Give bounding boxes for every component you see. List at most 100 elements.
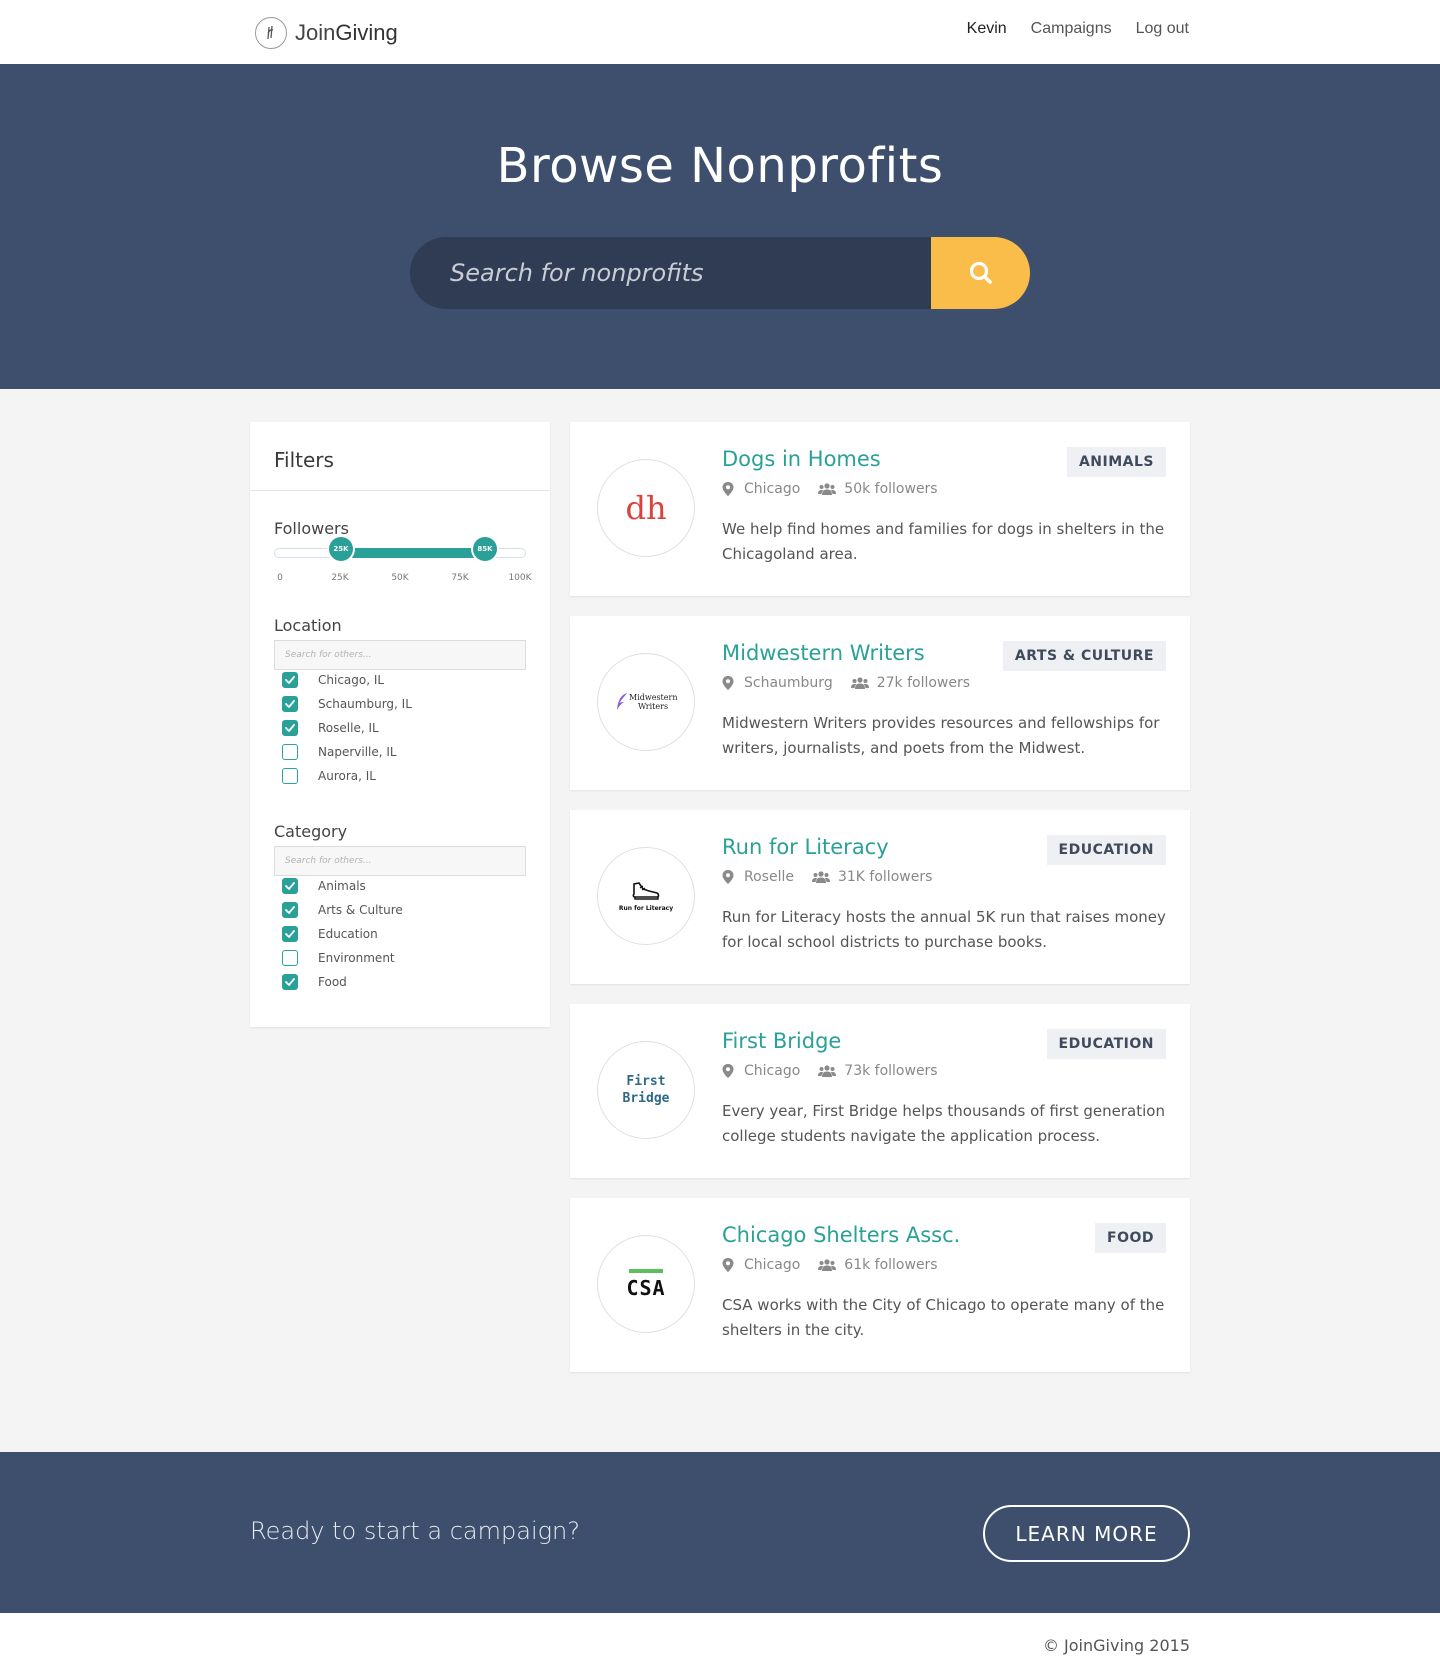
followers-icon [850,677,869,689]
org-description: Every year, First Bridge helps thousands… [722,1102,1165,1145]
location-option-label: Roselle, IL [318,721,379,735]
location-option[interactable]: Roselle, IL [282,716,512,740]
category-option[interactable]: Food [282,970,512,994]
location-option[interactable]: Schaumburg, IL [282,692,512,716]
org-name[interactable]: Dogs in Homes [722,447,881,471]
nonprofit-card[interactable]: CSA Chicago Shelters Assc. Chicago 61k f… [570,1198,1190,1372]
org-followers: 50k followers [844,481,938,497]
midwestern-writers-logo: Midwestern Writers [615,692,677,712]
org-location: Roselle [744,869,794,885]
search-button[interactable] [931,237,1030,309]
checkbox-checked-icon[interactable] [282,878,298,894]
org-meta: Chicago 50k followers [722,481,938,497]
location-search-input[interactable] [274,640,526,670]
category-option[interactable]: Animals [282,874,512,898]
category-search-input[interactable] [274,846,526,876]
cta-text: Ready to start a campaign? [250,1517,580,1545]
org-followers: 27k followers [876,675,971,691]
nonprofit-card[interactable]: dh Dogs in Homes Chicago 50k followers W… [570,422,1190,596]
org-logo: Midwestern Writers [597,653,695,751]
run-for-literacy-logo-text: Run for Literacy [618,904,674,912]
campaign-cta-section: Ready to start a campaign? LEARN MORE [0,1452,1440,1613]
copyright-text: © JoinGiving 2015 [1042,1636,1190,1655]
followers-filter-label: Followers [274,519,349,538]
filters-title: Filters [250,422,550,491]
run-for-literacy-logo: Run for Literacy [619,881,673,912]
category-options: Animals Arts & Culture Education Environmen… [282,874,512,994]
location-option-label: Schaumburg, IL [318,697,412,711]
org-logo: CSA [597,1235,695,1333]
checkbox-checked-icon[interactable] [282,672,298,688]
org-name[interactable]: First Bridge [722,1029,841,1053]
footer: © JoinGiving 2015 [0,1613,1440,1677]
learn-more-button[interactable]: LEARN MORE [983,1505,1190,1562]
category-option[interactable]: Education [282,922,512,946]
search-icon [969,261,992,284]
nav-campaigns[interactable]: Campaigns [1031,20,1112,38]
location-option[interactable]: Aurora, IL [282,764,512,788]
location-pin-icon [722,870,734,884]
checkbox-checked-icon[interactable] [282,974,298,990]
checkbox-checked-icon[interactable] [282,902,298,918]
location-option[interactable]: Chicago, IL [282,668,512,692]
nonprofit-card[interactable]: Run for Literacy Run for Literacy Rosell… [570,810,1190,984]
slider-range-fill [341,548,485,558]
nav-user-kevin[interactable]: Kevin [967,20,1007,38]
location-filter-label: Location [274,616,342,635]
followers-range-slider[interactable]: 25K 85K [274,537,526,561]
category-filter-label: Category [274,822,348,841]
slider-min-handle[interactable]: 25K [329,537,353,561]
csa-logo-text: CSA [626,1275,666,1300]
org-followers: 73k followers [844,1063,938,1079]
nonprofit-card[interactable]: First Bridge First Bridge Chicago 73k fo… [570,1004,1190,1178]
checkbox-checked-icon[interactable] [282,720,298,736]
slider-tick-label: 75K [451,573,469,583]
running-shoe-icon [632,881,660,900]
filters-panel: Filters Followers 25K 85K 0 25K 50K 75K 100K… [250,422,550,1027]
first-bridge-logo-text: First Bridge [622,1074,670,1106]
dogs-in-homes-logo-text: dh [625,489,667,527]
top-navbar: JoinGiving Kevin Campaigns Log out [0,0,1440,64]
brand-logo[interactable]: JoinGiving [255,16,398,50]
feather-quill-icon [617,693,627,710]
followers-icon [818,1065,837,1077]
csa-logo: CSA [626,1268,666,1300]
org-meta: Chicago 73k followers [722,1063,938,1079]
slider-max-handle[interactable]: 85K [473,537,497,561]
location-option-label: Aurora, IL [318,769,376,783]
followers-icon [818,483,837,495]
category-option-label: Animals [318,879,366,893]
slider-tick-labels: 0 25K 50K 75K 100K [274,573,531,587]
org-meta: Roselle 31K followers [722,869,932,885]
checkbox-checked-icon[interactable] [282,696,298,712]
category-badge: EDUCATION [1046,835,1166,865]
nonprofit-card[interactable]: Midwestern Writers Midwestern Writers Sc… [570,616,1190,790]
followers-icon [811,871,830,883]
category-option-label: Education [318,927,378,941]
org-name[interactable]: Run for Literacy [722,835,889,859]
location-option[interactable]: Naperville, IL [282,740,512,764]
location-options: Chicago, IL Schaumburg, IL Roselle, IL Nape… [282,668,512,788]
org-description: We help find homes and families for dogs… [722,520,1165,563]
checkbox-unchecked-icon[interactable] [282,744,298,760]
checkbox-unchecked-icon[interactable] [282,950,298,966]
slider-tick-label: 0 [277,573,283,583]
search-input[interactable] [410,237,932,309]
org-name[interactable]: Midwestern Writers [722,641,925,665]
org-location: Chicago [744,1063,801,1079]
nav-logout[interactable]: Log out [1136,20,1189,38]
org-meta: Chicago 61k followers [722,1257,938,1273]
category-option[interactable]: Environment [282,946,512,970]
category-badge: EDUCATION [1046,1029,1166,1059]
checkbox-unchecked-icon[interactable] [282,768,298,784]
category-option[interactable]: Arts & Culture [282,898,512,922]
category-option-label: Arts & Culture [318,903,403,917]
location-pin-icon [722,1064,734,1078]
checkbox-checked-icon[interactable] [282,926,298,942]
org-name[interactable]: Chicago Shelters Assc. [722,1223,960,1247]
org-description: Midwestern Writers provides resources an… [722,714,1160,757]
org-logo: dh [597,459,695,557]
location-pin-icon [722,676,734,690]
slider-tick-label: 50K [391,573,409,583]
nonprofit-search [410,237,1030,309]
